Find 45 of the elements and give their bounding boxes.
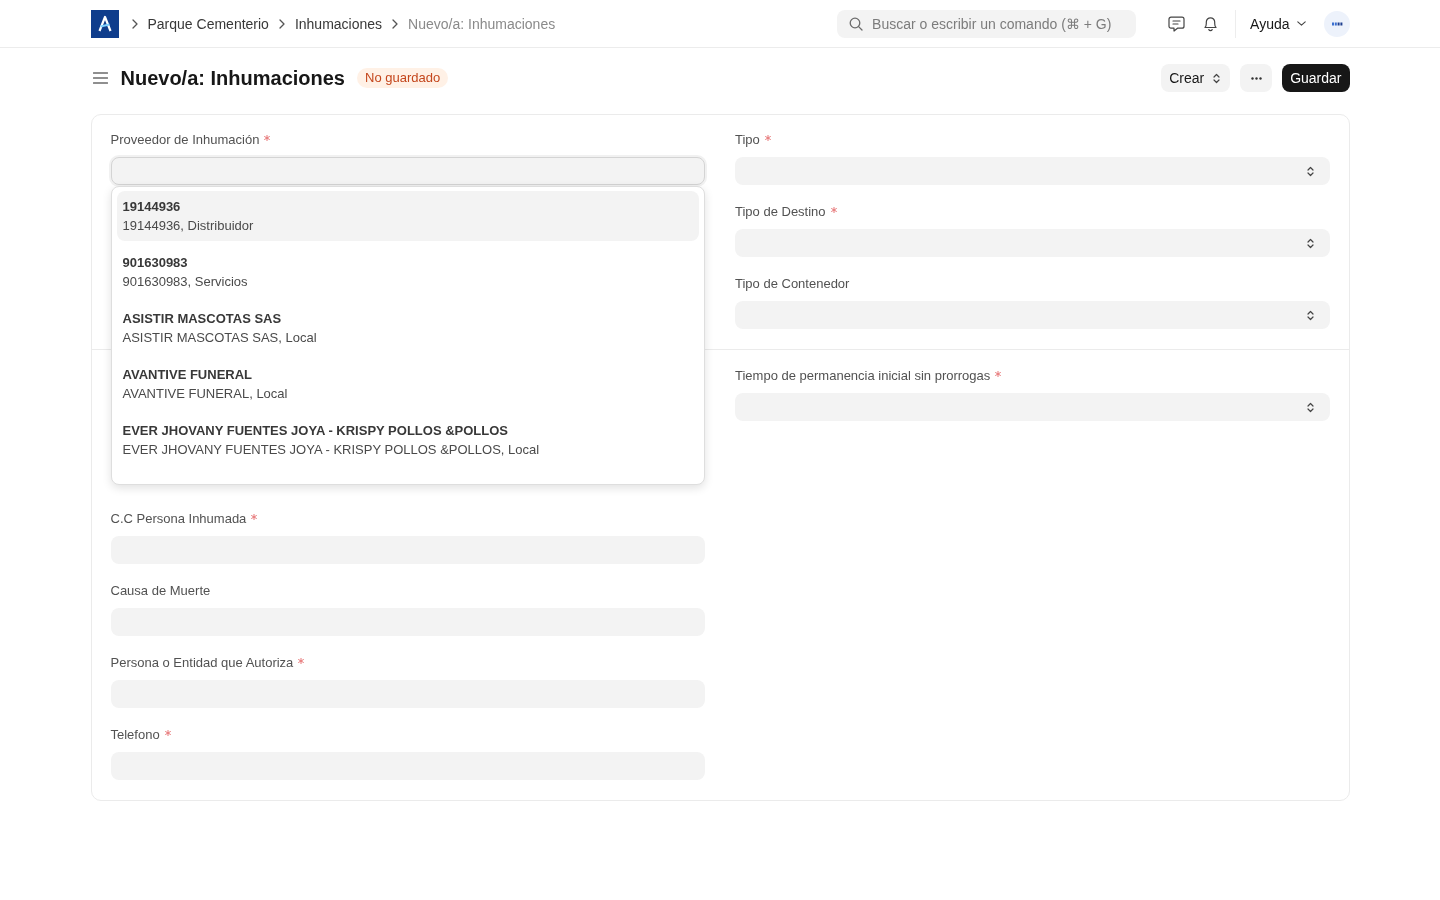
field-label: Persona o Entidad que Autoriza — [110, 654, 294, 672]
dropdown-option[interactable]: 901630983 901630983, Servicios — [116, 247, 699, 297]
field-label: Causa de Muerte — [110, 582, 211, 600]
select-field[interactable] — [735, 301, 1330, 329]
search-field[interactable]: Buscar o escribir un comando (⌘ + G) — [837, 9, 1137, 38]
chevron-right-icon — [278, 18, 285, 29]
search-icon — [849, 16, 864, 31]
dropdown-option[interactable]: EVER JHOVANY FUENTES JOYA - KRISPY POLLOS &POLLOS EVER JHOVANY FUENTES JOYA - KRISPY POLLOS &POLLOS, Local — [116, 415, 699, 465]
logo-icon[interactable] — [90, 9, 119, 38]
field-label: Proveedor de Inhumación — [110, 131, 260, 149]
field-label: Tipo de Contenedor — [735, 275, 850, 293]
bell-icon[interactable] — [1203, 15, 1219, 32]
breadcrumb-link[interactable]: Inhumaciones — [294, 15, 383, 32]
dropdown-option[interactable]: AVANTIVE FUNERAL AVANTIVE FUNERAL, Local — [116, 359, 699, 409]
chevron-updown-icon — [1306, 237, 1314, 249]
select-field[interactable] — [735, 229, 1330, 257]
breadcrumb-link[interactable]: Parque Cementerio — [147, 15, 269, 32]
chevron-updown-icon — [1213, 72, 1221, 84]
field-label: Tiempo de permanencia inicial sin prorrogas — [735, 367, 991, 385]
page-title: Nuevo/a: Inhumaciones — [120, 66, 345, 91]
breadcrumb-link[interactable]: Nuevo/a: Inhumaciones — [408, 15, 556, 32]
chevron-updown-icon — [1306, 309, 1314, 321]
chat-icon[interactable] — [1168, 15, 1186, 32]
chevron-updown-icon — [1306, 401, 1314, 413]
status-badge: No guardado — [357, 68, 449, 88]
field-label: C.C Persona Inhumada — [110, 510, 247, 528]
more-button[interactable] — [1240, 64, 1273, 92]
field-label: Tipo — [735, 131, 760, 149]
field-label: Tipo de Destino — [735, 203, 826, 221]
menu-icon[interactable] — [92, 72, 108, 84]
more-icon — [1250, 76, 1262, 80]
input-field[interactable] — [110, 157, 705, 185]
primary-button[interactable]: Guardar — [1282, 64, 1350, 92]
select-field[interactable] — [735, 157, 1330, 185]
chevron-right-icon — [131, 18, 138, 29]
chevron-down-icon — [1296, 21, 1306, 26]
dropdown-option[interactable]: 19144936 19144936, Distribuidor — [116, 191, 699, 241]
dropdown-option[interactable]: ASISTIR MASCOTAS SAS ASISTIR MASCOTAS SAS, Local — [116, 303, 699, 353]
select-field[interactable] — [735, 393, 1330, 421]
chevron-updown-icon — [1306, 165, 1314, 177]
avatar-icon[interactable] — [1323, 10, 1350, 37]
help-menu-button[interactable]: Ayuda — [1250, 15, 1306, 32]
field-label: Telefono — [110, 726, 160, 744]
chevron-right-icon — [392, 18, 399, 29]
dropdown-button[interactable]: Crear — [1161, 64, 1231, 92]
